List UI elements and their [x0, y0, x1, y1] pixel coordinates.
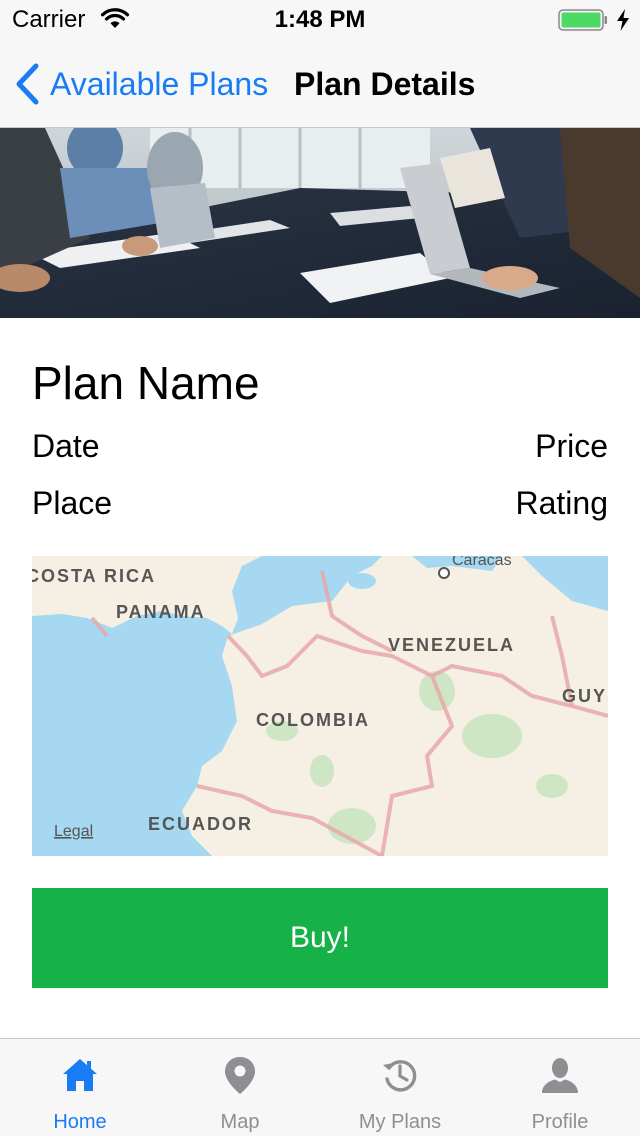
map-label-caracas: Caracas: [452, 556, 512, 569]
map-pin-icon: [225, 1057, 255, 1094]
map-label-guy: GUY: [562, 686, 607, 706]
back-chevron-icon: [16, 63, 39, 105]
tab-home-label: Home: [53, 1111, 107, 1133]
plan-header-image: [0, 128, 640, 318]
status-time: 1:48 PM: [274, 6, 366, 33]
buy-button[interactable]: Buy!: [32, 888, 608, 988]
navigation-bar: Available Plans Plan Details: [0, 40, 640, 128]
person-icon: [542, 1058, 578, 1093]
plan-details-screen: Carrier 1:48 PM Available Plans Plan Det…: [0, 0, 640, 1136]
back-button-label: Available Plans: [50, 65, 269, 102]
plan-rating: Rating: [515, 485, 609, 521]
home-icon: [63, 1059, 97, 1091]
page-title: Plan Details: [294, 66, 476, 102]
history-icon: [383, 1060, 417, 1092]
map-label-colombia: COLOMBIA: [256, 710, 370, 730]
tab-bar: Home Map My Plans Profile: [0, 1038, 640, 1136]
plan-name: Plan Name: [32, 357, 260, 409]
battery-icon: [558, 9, 607, 31]
map-canvas: COSTA RICA PANAMA Caracas VENEZUELA GUY …: [32, 556, 608, 856]
tab-map[interactable]: Map: [160, 1039, 320, 1136]
tab-my-plans-label: My Plans: [358, 1111, 442, 1133]
back-button[interactable]: Available Plans: [14, 60, 268, 108]
plan-date: Date: [32, 428, 100, 464]
plan-location-map[interactable]: COSTA RICA PANAMA Caracas VENEZUELA GUY …: [32, 556, 608, 856]
tab-home[interactable]: Home: [0, 1039, 160, 1136]
map-label-venezuela: VENEZUELA: [388, 635, 515, 655]
tab-profile[interactable]: Profile: [480, 1039, 640, 1136]
tab-my-plans[interactable]: My Plans: [320, 1039, 480, 1136]
tab-map-label: Map: [220, 1111, 260, 1133]
plan-place: Place: [32, 485, 113, 521]
tab-profile-label: Profile: [531, 1111, 589, 1133]
status-bar: Carrier 1:48 PM: [0, 0, 640, 40]
charging-bolt-icon: [617, 9, 629, 31]
map-label-ecuador: ECUADOR: [148, 814, 253, 834]
plan-price: Price: [535, 428, 608, 464]
map-label-panama: PANAMA: [116, 602, 206, 622]
map-legal-link[interactable]: Legal: [54, 823, 93, 840]
map-label-costa-rica: COSTA RICA: [32, 566, 156, 586]
